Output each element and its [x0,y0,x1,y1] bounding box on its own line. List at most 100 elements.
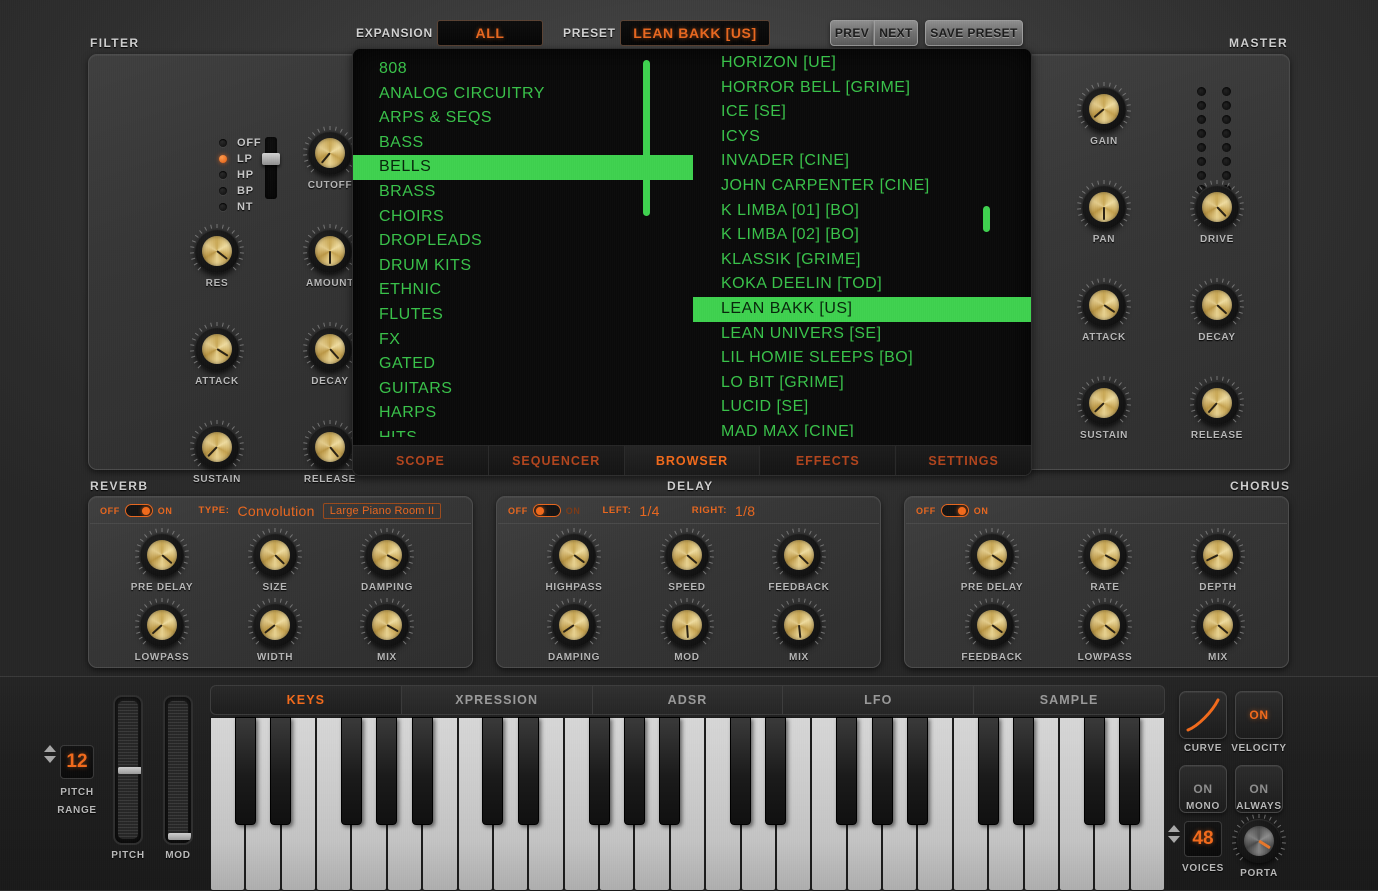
filter-mode-nt[interactable]: NT [219,199,261,215]
keyboard-tab-keys[interactable]: KEYS [210,685,401,715]
knob-delay-speed[interactable]: SPEED [655,533,719,593]
piano-black-key[interactable] [482,717,503,825]
knob-dial[interactable] [1237,819,1281,863]
filter-mode-off[interactable]: OFF [219,135,261,151]
knob-delay-mix[interactable]: MIX [767,603,831,663]
delay-power-toggle[interactable]: OFF ON [508,504,581,517]
knob-dial[interactable] [140,533,184,577]
category-list-item[interactable]: ARPS & SEQS [353,106,693,131]
knob-dial[interactable] [308,327,352,371]
category-list-item[interactable]: 808 [353,57,693,82]
keyboard-tab-adsr[interactable]: ADSR [592,685,783,715]
knob-master-sustain[interactable]: SUSTAIN [1072,381,1136,441]
piano-black-key[interactable] [412,717,433,825]
preset-list-item[interactable]: KLASSIK [GRIME] [693,248,1032,273]
chorus-power-toggle[interactable]: OFF ON [916,504,989,517]
category-list-item[interactable]: ETHNIC [353,278,693,303]
knob-dial[interactable] [1083,603,1127,647]
piano-black-key[interactable] [1119,717,1140,825]
knob-dial[interactable] [1195,283,1239,327]
knob-dial[interactable] [1082,381,1126,425]
browser-tab-sequencer[interactable]: SEQUENCER [489,446,625,475]
knob-reverb-width[interactable]: WIDTH [243,603,307,663]
browser-tab-effects[interactable]: EFFECTS [760,446,896,475]
stepper-up-icon[interactable] [1168,825,1180,832]
reverb-type-value[interactable]: Convolution [237,503,314,519]
knob-dial[interactable] [970,603,1014,647]
knob-chorus-mix[interactable]: MIX [1186,603,1250,663]
knob-dial[interactable] [1082,87,1126,131]
knob-dial[interactable] [552,533,596,577]
knob-drive[interactable]: DRIVE [1185,185,1249,245]
preset-list-item[interactable]: JOHN CARPENTER [CINE] [693,174,1032,199]
browser-tab-scope[interactable]: SCOPE [353,446,489,475]
preset-list-item[interactable]: KOKA DEELIN [TOD] [693,272,1032,297]
toggle-switch-icon[interactable] [125,504,153,517]
knob-delay-damping[interactable]: DAMPING [542,603,606,663]
piano-black-key[interactable] [1013,717,1034,825]
preset-scrollbar[interactable] [983,206,990,232]
stepper-up-icon[interactable] [44,745,56,752]
curve-button[interactable] [1179,691,1227,739]
knob-chorus-pre-delay[interactable]: PRE DELAY [960,533,1024,593]
knob-dial[interactable] [253,603,297,647]
category-list-item[interactable]: HITS [353,426,693,437]
piano-black-key[interactable] [270,717,291,825]
knob-dial[interactable] [308,131,352,175]
knob-dial[interactable] [1195,185,1239,229]
piano-keyboard[interactable] [210,717,1165,891]
piano-black-key[interactable] [978,717,999,825]
knob-reverb-lowpass[interactable]: LOWPASS [130,603,194,663]
filter-mode-lp[interactable]: LP [219,151,261,167]
piano-black-key[interactable] [765,717,786,825]
save-preset-button[interactable]: SAVE PRESET [925,20,1023,46]
velocity-button[interactable]: ON [1235,691,1283,739]
delay-left-value[interactable]: 1/4 [639,503,659,519]
category-list-item[interactable]: GUITARS [353,377,693,402]
preset-list-item[interactable]: K LIMBA [02] [BO] [693,223,1032,248]
keyboard-tab-sample[interactable]: SAMPLE [973,685,1165,715]
preset-list-item[interactable]: LO BIT [GRIME] [693,371,1032,396]
browser-tab-settings[interactable]: SETTINGS [896,446,1031,475]
knob-master-attack[interactable]: ATTACK [1072,283,1136,343]
knob-filter-sustain[interactable]: SUSTAIN [185,425,249,485]
knob-chorus-lowpass[interactable]: LOWPASS [1073,603,1137,663]
knob-dial[interactable] [777,603,821,647]
voices-stepper[interactable] [1168,825,1180,843]
mod-wheel[interactable] [163,695,193,845]
knob-dial[interactable] [1196,533,1240,577]
knob-porta[interactable]: PORTA [1227,819,1291,879]
stepper-down-icon[interactable] [44,756,56,763]
reverb-impulse-select[interactable]: Large Piano Room II [323,503,442,519]
knob-master-release[interactable]: RELEASE [1185,381,1249,441]
filter-mode-hp[interactable]: HP [219,167,261,183]
piano-black-key[interactable] [235,717,256,825]
knob-chorus-depth[interactable]: DEPTH [1186,533,1250,593]
piano-black-key[interactable] [589,717,610,825]
piano-black-key[interactable] [518,717,539,825]
piano-black-key[interactable] [730,717,751,825]
category-list-item[interactable]: BELLS [353,155,693,180]
category-list-item[interactable]: GATED [353,352,693,377]
category-list-item[interactable]: CHOIRS [353,205,693,230]
delay-right-value[interactable]: 1/8 [735,503,755,519]
knob-delay-mod[interactable]: MOD [655,603,719,663]
knob-dial[interactable] [1195,381,1239,425]
category-scrollbar[interactable] [643,60,650,216]
stepper-down-icon[interactable] [1168,836,1180,843]
filter-mode-bp[interactable]: BP [219,183,261,199]
knob-gain[interactable]: GAIN [1072,87,1136,147]
knob-dial[interactable] [253,533,297,577]
browser-tab-browser[interactable]: BROWSER [625,446,761,475]
slider-thumb[interactable] [262,153,280,165]
knob-dial[interactable] [552,603,596,647]
knob-dial[interactable] [1083,533,1127,577]
preset-list-item[interactable]: ICYS [693,125,1032,150]
preset-display[interactable]: LEAN BAKK [US] [620,20,770,46]
knob-chorus-feedback[interactable]: FEEDBACK [960,603,1024,663]
category-list-item[interactable]: HARPS [353,401,693,426]
preset-list[interactable]: HORIZON [UE]HORROR BELL [GRIME]ICE [SE]I… [693,49,1032,437]
preset-list-item[interactable]: LEAN BAKK [US] [693,297,1032,322]
category-list-item[interactable]: BASS [353,131,693,156]
keyboard-tab-xpression[interactable]: XPRESSION [401,685,592,715]
